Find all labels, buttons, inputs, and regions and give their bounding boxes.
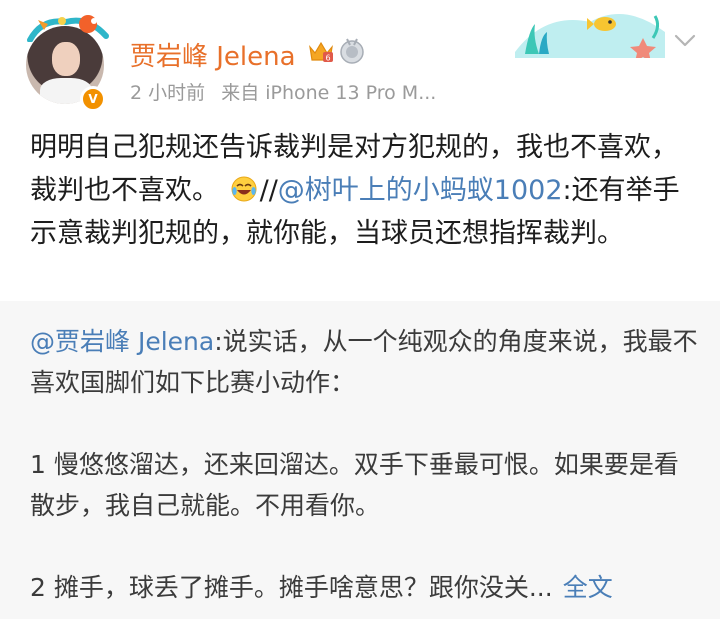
weibo-post: V 贾岩峰 Jelena 6 2 小时前 来自 iPhone 13 Pro M.… <box>0 0 720 619</box>
laughing-crying-emoji-icon <box>231 176 257 202</box>
mention-link[interactable]: @树叶上的小蚂蚁1002 <box>278 175 563 206</box>
post-meta: 2 小时前 来自 iPhone 13 Pro M... <box>130 78 446 105</box>
post-time: 2 小时前 <box>130 82 206 104</box>
username[interactable]: 贾岩峰 Jelena <box>130 36 296 73</box>
vip-crown-icon[interactable]: 6 <box>307 38 335 64</box>
retweet-block[interactable]: @贾岩峰 Jelena:说实话，从一个纯观众的角度来说，我最不喜欢国脚们如下比赛… <box>0 301 720 619</box>
avatar-face <box>52 42 80 76</box>
post-source[interactable]: 来自 iPhone 13 Pro M... <box>221 82 436 104</box>
chevron-down-icon[interactable] <box>674 34 696 48</box>
retweet-text: @贾岩峰 Jelena:说实话，从一个纯观众的角度来说，我最不喜欢国脚们如下比赛… <box>30 321 698 608</box>
full-text-link[interactable]: 全文 <box>563 573 613 602</box>
post-text-separator: // <box>259 175 278 206</box>
retweet-para-2: 1 慢悠悠溜达，还来回溜达。双手下垂最可恨。如果要是看散步，我自己就能。不用看你… <box>30 450 679 520</box>
avatar[interactable]: V <box>22 12 110 112</box>
medal-icon[interactable] <box>339 37 365 65</box>
retweet-para-3: 2 摊手，球丢了摊手。摊手啥意思？跟你没关... 全文 <box>30 567 698 608</box>
card-decoration-icon <box>515 14 665 58</box>
retweet-para3-text: 2 摊手，球丢了摊手。摊手啥意思？跟你没关... <box>30 573 553 602</box>
avatar-frame-decoration-icon <box>27 15 109 42</box>
svg-text:6: 6 <box>325 54 330 63</box>
post-text: 明明自己犯规还告诉裁判是对方犯规的，我也不喜欢，裁判也不喜欢。 //@树叶上的小… <box>30 126 700 255</box>
retweet-para-1: @贾岩峰 Jelena:说实话，从一个纯观众的角度来说，我最不喜欢国脚们如下比赛… <box>30 321 698 403</box>
retweet-author-mention[interactable]: @贾岩峰 Jelena <box>30 327 214 356</box>
verified-badge-icon: V <box>80 86 106 112</box>
